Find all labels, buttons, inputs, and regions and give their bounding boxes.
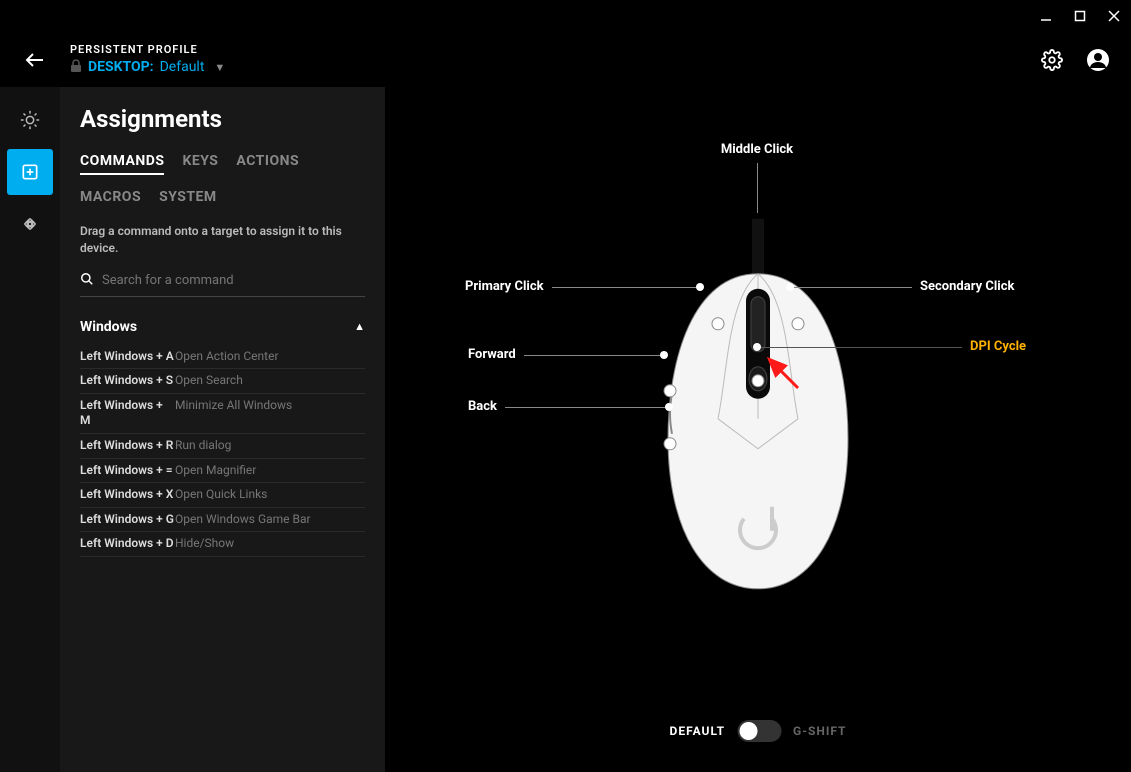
panel-title: Assignments [80,105,365,133]
close-button[interactable] [1107,9,1121,23]
command-desc: Hide/Show [175,536,365,552]
command-desc: Run dialog [175,438,365,454]
chevron-up-icon: ▲ [354,320,365,333]
minimize-button[interactable] [1039,9,1053,23]
mode-toggle: DEFAULT G-SHIFT [670,720,847,742]
assignments-panel: Assignments COMMANDS KEYS ACTIONS MACROS… [60,87,385,772]
tab-system[interactable]: SYSTEM [159,189,217,209]
command-desc: Open Quick Links [175,487,365,503]
command-key: Left Windows + M [80,398,175,429]
profile-desktop-label: DESKTOP: [88,59,154,75]
search-row [80,271,365,297]
search-icon [80,271,94,290]
mode-default-label: DEFAULT [670,724,726,738]
profile-selector[interactable]: DESKTOP: Default ▼ [70,58,225,77]
device-canvas: Middle Click [385,87,1131,772]
settings-button[interactable] [1039,47,1065,73]
account-button[interactable] [1085,47,1111,73]
command-row[interactable]: Left Windows + GOpen Windows Game Bar [80,508,365,533]
panel-tabs: COMMANDS KEYS ACTIONS MACROS SYSTEM [80,153,365,209]
nav-sensitivity[interactable] [7,201,53,247]
tab-keys[interactable]: KEYS [182,153,218,175]
app-header: PERSISTENT PROFILE DESKTOP: Default ▼ [0,32,1131,87]
command-row[interactable]: Left Windows + XOpen Quick Links [80,483,365,508]
command-row[interactable]: Left Windows + SOpen Search [80,369,365,394]
profile-block: PERSISTENT PROFILE DESKTOP: Default ▼ [70,43,225,77]
command-row[interactable]: Left Windows + RRun dialog [80,434,365,459]
command-row[interactable]: Left Windows + MMinimize All Windows [80,394,365,434]
command-key: Left Windows + R [80,438,175,454]
command-key: Left Windows + G [80,512,175,528]
nav-rail [0,87,60,772]
command-row[interactable]: Left Windows + DHide/Show [80,532,365,557]
command-desc: Open Magnifier [175,463,365,479]
command-desc: Open Windows Game Bar [175,512,365,528]
window-titlebar [0,0,1131,32]
command-desc: Open Search [175,373,365,389]
lock-icon [70,58,82,77]
command-key: Left Windows + = [80,463,175,479]
label-middle-click: Middle Click [707,142,807,213]
tab-macros[interactable]: MACROS [80,189,141,209]
label-back: Back [468,399,497,414]
command-desc: Open Action Center [175,349,365,365]
tab-actions[interactable]: ACTIONS [236,153,299,175]
label-primary-click: Primary Click [465,279,544,294]
command-key: Left Windows + X [80,487,175,503]
nav-assignments[interactable] [7,149,53,195]
profile-name: Default [160,59,205,75]
command-key: Left Windows + A [80,349,175,365]
mouse-image [648,218,868,602]
command-desc: Minimize All Windows [175,398,365,414]
back-button[interactable] [20,45,50,75]
command-row[interactable]: Left Windows + AOpen Action Center [80,345,365,370]
profile-label: PERSISTENT PROFILE [70,43,225,56]
chevron-down-icon: ▼ [214,61,225,74]
label-forward: Forward [468,347,516,362]
tab-commands[interactable]: COMMANDS [80,153,164,175]
label-secondary-click: Secondary Click [920,279,1014,294]
group-name: Windows [80,319,137,335]
group-header[interactable]: Windows ▲ [80,313,365,345]
mode-gshift-label: G-SHIFT [793,724,846,738]
command-row[interactable]: Left Windows + =Open Magnifier [80,459,365,484]
panel-hint: Drag a command onto a target to assign i… [80,223,365,257]
search-input[interactable] [102,273,365,288]
command-key: Left Windows + S [80,373,175,389]
label-dpi-cycle: DPI Cycle [970,339,1026,354]
command-list[interactable]: Windows ▲ Left Windows + AOpen Action Ce… [80,313,365,772]
maximize-button[interactable] [1073,9,1087,23]
command-key: Left Windows + D [80,536,175,552]
nav-lighting[interactable] [7,97,53,143]
gshift-toggle[interactable] [737,720,781,742]
